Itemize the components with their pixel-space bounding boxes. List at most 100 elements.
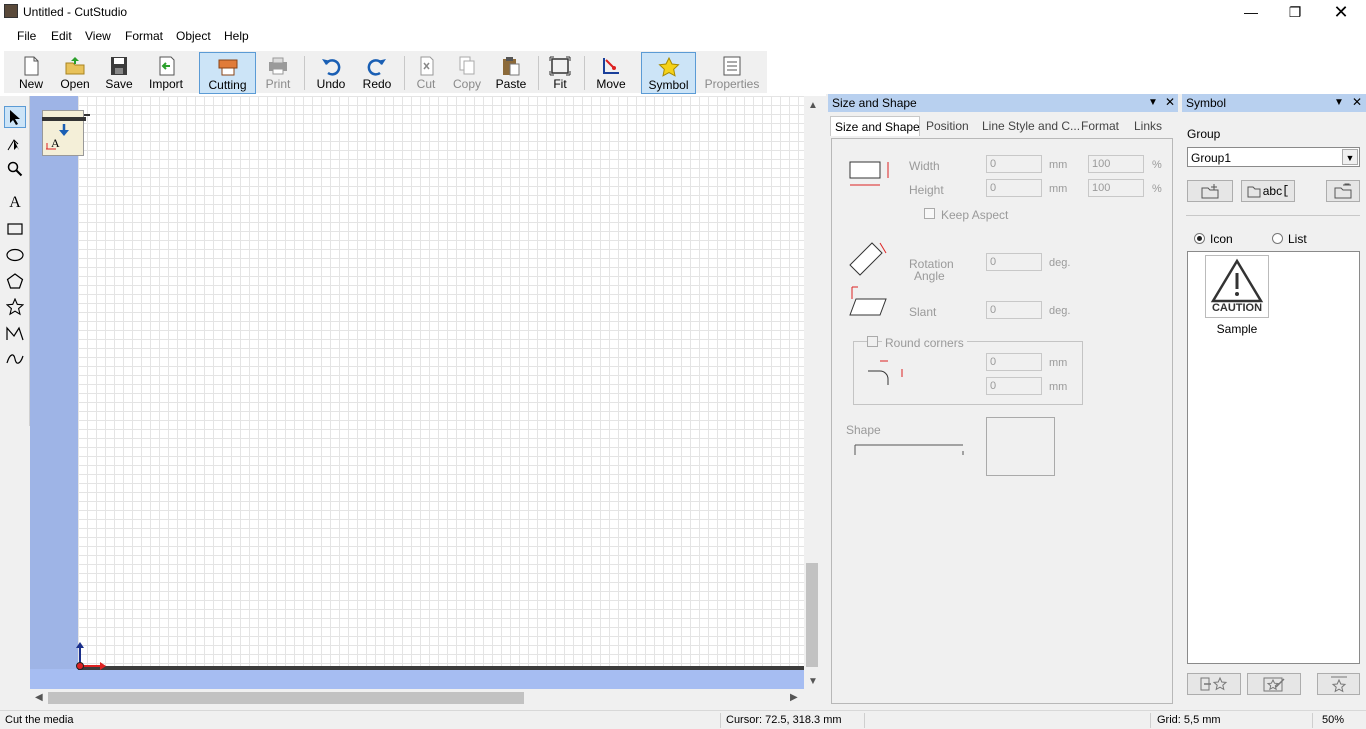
delete-star-icon <box>1330 676 1347 693</box>
magnifier-icon <box>7 161 23 177</box>
save-button[interactable]: Save <box>100 52 138 94</box>
scroll-right-icon[interactable]: ▶ <box>790 692 798 703</box>
curve-icon <box>6 354 24 364</box>
keep-aspect-checkbox[interactable] <box>924 208 935 219</box>
canvas-vertical-scrollbar[interactable]: ▲ ▼ <box>804 96 820 691</box>
status-message: Cut the media <box>5 714 74 726</box>
menu-help[interactable]: Help <box>224 29 249 43</box>
menu-object[interactable]: Object <box>176 29 211 43</box>
status-bar: Cut the media Cursor: 72.5, 318.3 mm Gri… <box>0 710 1366 729</box>
height-percent-input[interactable] <box>1088 179 1144 197</box>
slant-input[interactable] <box>986 301 1042 319</box>
symbol-item-sample[interactable]: CAUTION <box>1205 255 1269 318</box>
round-corner-x-input[interactable] <box>986 353 1042 371</box>
scroll-left-icon[interactable]: ◀ <box>35 692 43 703</box>
rename-group-button[interactable]: abc [ <box>1241 180 1295 202</box>
chevron-down-icon[interactable]: ▼ <box>1342 149 1358 165</box>
delete-group-button[interactable] <box>1326 180 1360 202</box>
panel-menu-icon[interactable]: ▼ <box>1148 97 1158 108</box>
tool-palette: A <box>0 96 30 426</box>
rectangle-tool[interactable] <box>4 218 26 240</box>
curve-tool[interactable] <box>4 348 26 370</box>
icon-view-radio[interactable] <box>1194 233 1205 244</box>
width-percent-unit: % <box>1152 159 1162 171</box>
cut-button[interactable]: Cut <box>410 52 442 94</box>
copy-pages-icon <box>459 56 475 75</box>
status-separator <box>864 713 865 728</box>
menu-edit[interactable]: Edit <box>51 29 72 43</box>
fit-button[interactable]: Fit <box>544 52 576 94</box>
list-view-radio[interactable] <box>1272 233 1283 244</box>
cutting-button[interactable]: Cutting <box>199 52 256 94</box>
add-group-button[interactable] <box>1187 180 1233 202</box>
delete-symbol-button[interactable] <box>1317 673 1360 695</box>
window-title: Untitled - CutStudio <box>23 5 128 19</box>
star-tool[interactable] <box>4 296 26 318</box>
round-corners-checkbox[interactable] <box>867 336 878 347</box>
node-edit-icon <box>7 139 19 151</box>
rotation-diagram-icon <box>849 242 887 276</box>
drawing-grid[interactable] <box>78 96 804 669</box>
tab-size-and-shape[interactable]: Size and Shape <box>830 116 920 136</box>
polygon-tool[interactable] <box>4 270 26 292</box>
zoom-tool[interactable] <box>4 158 26 180</box>
tab-line-style[interactable]: Line Style and C... <box>978 116 1084 136</box>
menu-format[interactable]: Format <box>125 29 163 43</box>
symbol-item-label: Sample <box>1216 322 1258 336</box>
ellipse-tool[interactable] <box>4 244 26 266</box>
width-percent-input[interactable] <box>1088 155 1144 173</box>
copy-button[interactable]: Copy <box>448 52 486 94</box>
cutting-media-widget[interactable]: A <box>42 110 90 156</box>
horizontal-scroll-thumb[interactable] <box>48 692 524 704</box>
width-label: Width <box>909 159 940 173</box>
minimize-button[interactable]: — <box>1228 0 1274 24</box>
symbol-button[interactable]: Symbol <box>641 52 696 94</box>
panel-close-icon[interactable]: ✕ <box>1165 95 1175 109</box>
polyline-tool[interactable] <box>4 322 26 344</box>
panel-close-icon[interactable]: ✕ <box>1352 95 1362 109</box>
printer-icon <box>269 57 287 75</box>
menu-view[interactable]: View <box>85 29 111 43</box>
symbol-list: CAUTION Sample <box>1187 251 1360 664</box>
group-select[interactable]: Group1 ▼ <box>1187 147 1360 167</box>
text-tool[interactable]: A <box>4 192 26 214</box>
round-corner-y-input[interactable] <box>986 377 1042 395</box>
new-file-icon <box>24 56 39 76</box>
shape-slider[interactable] <box>852 441 968 457</box>
restore-button[interactable]: ❐ <box>1272 0 1318 24</box>
width-input[interactable] <box>986 155 1042 173</box>
properties-list-icon <box>723 56 741 76</box>
panel-menu-icon[interactable]: ▼ <box>1334 97 1344 108</box>
print-button[interactable]: Print <box>260 52 296 94</box>
import-icon <box>159 56 175 76</box>
properties-button[interactable]: Properties <box>702 52 762 94</box>
edit-symbol-button[interactable] <box>1247 673 1301 695</box>
tab-format[interactable]: Format <box>1077 116 1123 136</box>
media-edge <box>78 666 804 670</box>
toolbar-separator <box>584 56 585 90</box>
tab-position[interactable]: Position <box>922 116 973 136</box>
open-button[interactable]: Open <box>56 52 94 94</box>
canvas-horizontal-scrollbar[interactable]: ◀ ▶ <box>30 689 804 706</box>
tab-links[interactable]: Links <box>1130 116 1166 136</box>
select-tool[interactable] <box>4 106 26 128</box>
height-percent-unit: % <box>1152 183 1162 195</box>
close-button[interactable]: ✕ <box>1318 0 1364 24</box>
node-edit-tool[interactable] <box>4 132 26 154</box>
redo-button[interactable]: Redo <box>358 52 396 94</box>
scroll-up-icon[interactable]: ▲ <box>808 100 818 111</box>
vertical-scroll-thumb[interactable] <box>806 563 818 667</box>
height-input[interactable] <box>986 179 1042 197</box>
new-button[interactable]: New <box>12 52 50 94</box>
menu-file[interactable]: File <box>17 29 36 43</box>
delete-folder-icon <box>1334 183 1352 199</box>
move-button[interactable]: Move <box>592 52 630 94</box>
import-button[interactable]: Import <box>144 52 188 94</box>
scroll-down-icon[interactable]: ▼ <box>808 676 818 687</box>
paste-button[interactable]: Paste <box>492 52 530 94</box>
rotation-label-line2: Angle <box>914 269 945 283</box>
undo-button[interactable]: Undo <box>312 52 350 94</box>
insert-symbol-button[interactable] <box>1187 673 1241 695</box>
rotation-input[interactable] <box>986 253 1042 271</box>
floppy-disk-icon <box>111 57 127 75</box>
